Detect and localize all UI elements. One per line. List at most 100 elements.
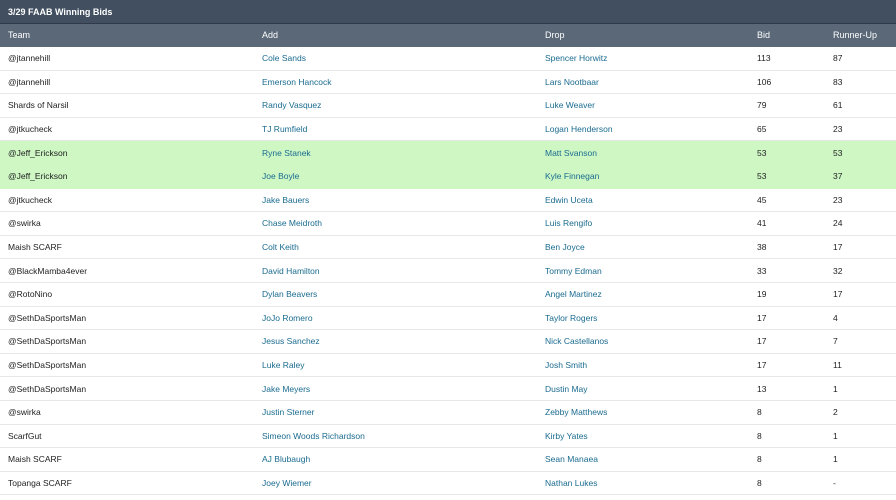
add-player-link[interactable]: Justin Sterner bbox=[262, 407, 314, 417]
add-player-link[interactable]: Jake Bauers bbox=[262, 195, 309, 205]
bid-cell: 17 bbox=[757, 336, 767, 347]
runner-up-cell: 4 bbox=[833, 313, 896, 323]
add-player-link[interactable]: Jesus Sanchez bbox=[262, 336, 320, 346]
drop-player-link[interactable]: Spencer Horwitz bbox=[545, 53, 607, 63]
team-cell: @jtannehill bbox=[8, 76, 51, 87]
bid-cell: 8 bbox=[757, 478, 833, 488]
column-header-bid[interactable]: Bid bbox=[757, 24, 833, 47]
runner-up-cell: 24 bbox=[833, 218, 843, 229]
drop-player-link[interactable]: Tommy Edman bbox=[545, 266, 602, 276]
add-player-link[interactable]: Ryne Stanek bbox=[262, 148, 311, 158]
drop-player-cell: Ben Joyce bbox=[545, 242, 757, 252]
add-player-cell: Cole Sands bbox=[262, 53, 545, 63]
add-player-link[interactable]: Dylan Beavers bbox=[262, 289, 317, 299]
drop-player-link[interactable]: Kirby Yates bbox=[545, 431, 588, 441]
drop-player-link[interactable]: Logan Henderson bbox=[545, 124, 613, 134]
drop-player-cell: Nathan Lukes bbox=[545, 478, 757, 488]
runner-up-cell: 1 bbox=[833, 454, 896, 464]
drop-player-link[interactable]: Nick Castellanos bbox=[545, 336, 608, 346]
add-player-link[interactable]: Cole Sands bbox=[262, 53, 306, 63]
runner-up-cell: 17 bbox=[833, 242, 843, 253]
add-player-link[interactable]: Joe Boyle bbox=[262, 171, 299, 181]
bid-cell: 33 bbox=[757, 265, 767, 276]
add-player-link[interactable]: Colt Keith bbox=[262, 242, 299, 252]
add-player-cell: Jesus Sanchez bbox=[262, 336, 545, 346]
team-cell: @jtannehill bbox=[8, 53, 51, 64]
drop-player-link[interactable]: Matt Svanson bbox=[545, 148, 597, 158]
team-cell: @Jeff_Erickson bbox=[0, 171, 262, 181]
team-cell: @SethDaSportsMan bbox=[0, 360, 262, 370]
table-row: Maish SCARF AJ Blubaugh Sean Manaea 8 1 bbox=[0, 448, 896, 472]
runner-up-cell: 7 bbox=[833, 336, 838, 347]
table-row: Topanga SCARF Joey Wiemer Nathan Lukes 8 - bbox=[0, 471, 896, 496]
drop-player-link[interactable]: Edwin Uceta bbox=[545, 195, 593, 205]
team-cell: @swirka bbox=[8, 407, 41, 418]
runner-up-cell: 53 bbox=[833, 148, 896, 158]
add-player-cell: David Hamilton bbox=[262, 266, 545, 276]
team-cell: @Jeff_Erickson bbox=[0, 148, 262, 158]
runner-up-cell: 1 bbox=[833, 384, 896, 394]
add-player-link[interactable]: Jake Meyers bbox=[262, 384, 310, 394]
add-player-link[interactable]: AJ Blubaugh bbox=[262, 454, 310, 464]
add-player-link[interactable]: David Hamilton bbox=[262, 266, 320, 276]
drop-player-link[interactable]: Angel Martinez bbox=[545, 289, 602, 299]
drop-player-link[interactable]: Zebby Matthews bbox=[545, 407, 607, 417]
drop-player-link[interactable]: Nathan Lukes bbox=[545, 478, 597, 488]
drop-player-link[interactable]: Josh Smith bbox=[545, 360, 587, 370]
bid-cell: 53 bbox=[757, 147, 767, 158]
runner-up-cell: 1 bbox=[833, 454, 838, 465]
add-player-link[interactable]: Randy Vasquez bbox=[262, 100, 321, 110]
drop-player-link[interactable]: Taylor Rogers bbox=[545, 313, 597, 323]
column-header-add[interactable]: Add bbox=[262, 24, 545, 47]
team-cell: @jtannehill bbox=[0, 77, 262, 87]
drop-player-cell: Taylor Rogers bbox=[545, 313, 757, 323]
runner-up-cell: 87 bbox=[833, 53, 843, 64]
table-row: @RotoNino Dylan Beavers Angel Martinez 19 17 bbox=[0, 282, 896, 307]
drop-player-link[interactable]: Sean Manaea bbox=[545, 454, 598, 464]
add-player-link[interactable]: Simeon Woods Richardson bbox=[262, 431, 365, 441]
team-cell: @RotoNino bbox=[8, 289, 53, 300]
team-cell: @RotoNino bbox=[0, 289, 262, 299]
add-player-cell: Joe Boyle bbox=[262, 171, 545, 181]
team-cell: @jtannehill bbox=[0, 53, 262, 63]
column-header-drop[interactable]: Drop bbox=[545, 24, 757, 47]
column-header-runner-up[interactable]: Runner-Up bbox=[833, 24, 896, 47]
bid-cell: 17 bbox=[757, 336, 833, 346]
add-player-link[interactable]: Luke Raley bbox=[262, 360, 305, 370]
drop-player-link[interactable]: Kyle Finnegan bbox=[545, 171, 599, 181]
table-header: Team Add Drop Bid Runner-Up bbox=[0, 24, 896, 47]
drop-player-cell: Luis Rengifo bbox=[545, 218, 757, 228]
drop-player-link[interactable]: Lars Nootbaar bbox=[545, 77, 599, 87]
team-cell: Maish SCARF bbox=[8, 454, 62, 465]
bid-cell: 65 bbox=[757, 124, 833, 134]
add-player-link[interactable]: Emerson Hancock bbox=[262, 77, 331, 87]
runner-up-cell: 1 bbox=[833, 430, 838, 441]
add-player-link[interactable]: JoJo Romero bbox=[262, 313, 313, 323]
drop-player-cell: Spencer Horwitz bbox=[545, 53, 757, 63]
add-player-cell: Luke Raley bbox=[262, 360, 545, 370]
team-cell: Topanga SCARF bbox=[8, 477, 72, 488]
table-row: @jtkucheck TJ Rumfield Logan Henderson 65 23 bbox=[0, 117, 896, 142]
drop-player-link[interactable]: Luis Rengifo bbox=[545, 218, 592, 228]
team-cell: Shards of Narsil bbox=[0, 100, 262, 110]
bid-cell: 106 bbox=[757, 77, 833, 87]
runner-up-cell: 37 bbox=[833, 171, 843, 182]
bid-cell: 113 bbox=[757, 53, 833, 63]
add-player-link[interactable]: TJ Rumfield bbox=[262, 124, 307, 134]
drop-player-link[interactable]: Ben Joyce bbox=[545, 242, 585, 252]
drop-player-link[interactable]: Luke Weaver bbox=[545, 100, 595, 110]
table-row: @SethDaSportsMan Luke Raley Josh Smith 17 11 bbox=[0, 353, 896, 378]
add-player-link[interactable]: Joey Wiemer bbox=[262, 478, 312, 488]
team-cell: @jtkucheck bbox=[0, 195, 262, 205]
team-cell: @SethDaSportsMan bbox=[0, 313, 262, 323]
drop-player-link[interactable]: Dustin May bbox=[545, 384, 588, 394]
bid-cell: 33 bbox=[757, 266, 833, 276]
drop-player-cell: Sean Manaea bbox=[545, 454, 757, 464]
drop-player-cell: Kyle Finnegan bbox=[545, 171, 757, 181]
team-cell: @jtkucheck bbox=[8, 124, 53, 135]
bid-cell: 8 bbox=[757, 431, 833, 441]
team-cell: @SethDaSportsMan bbox=[0, 384, 262, 394]
add-player-link[interactable]: Chase Meidroth bbox=[262, 218, 322, 228]
column-header-team[interactable]: Team bbox=[0, 24, 262, 47]
bid-cell: 19 bbox=[757, 289, 767, 300]
